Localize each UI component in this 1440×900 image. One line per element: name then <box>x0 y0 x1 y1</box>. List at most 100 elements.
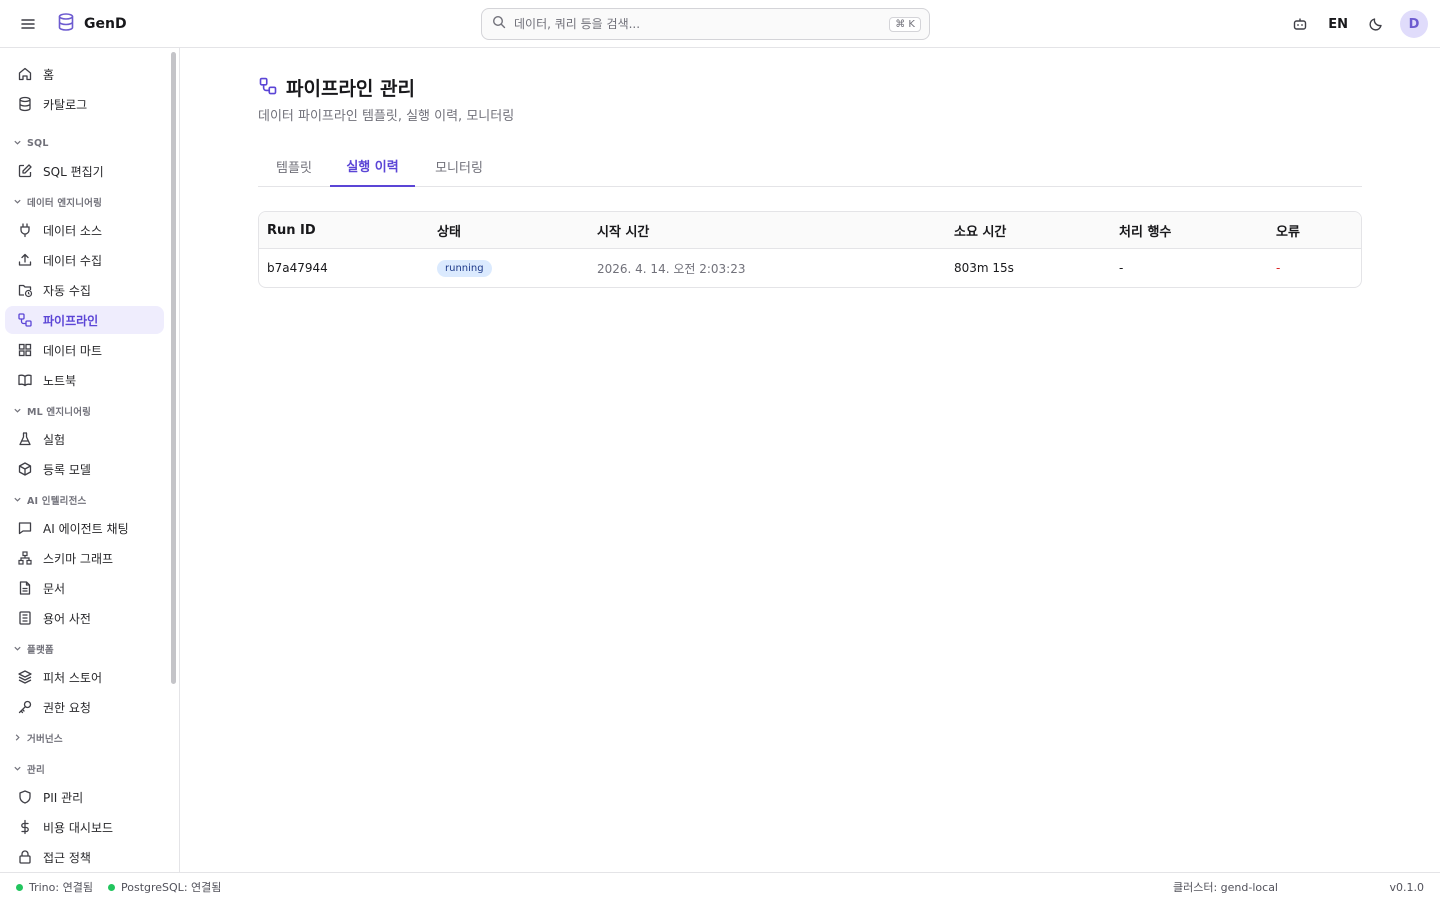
start-time-cell: 2026. 4. 14. 오전 2:03:23 <box>597 261 746 276</box>
sidebar-item-sql-editor[interactable]: SQL 편집기 <box>5 157 164 185</box>
status-badge: running <box>437 259 492 277</box>
sidebar-item-label: 비용 대시보드 <box>43 820 114 835</box>
folder-clock-icon <box>17 282 33 298</box>
sidebar-item-access-policy[interactable]: 접근 정책 <box>5 843 164 871</box>
dictionary-icon <box>17 610 33 626</box>
sidebar-item-experiment[interactable]: 실험 <box>5 425 164 453</box>
sidebar-item-registered-model[interactable]: 등록 모델 <box>5 455 164 483</box>
error-cell: - <box>1276 261 1281 275</box>
postgres-status-text: PostgreSQL: 연결됨 <box>121 881 222 894</box>
database-icon <box>17 96 33 112</box>
avatar[interactable]: D <box>1400 10 1428 38</box>
sidebar-item-label: 권한 요청 <box>43 700 91 715</box>
workflow-icon <box>17 312 33 328</box>
sidebar-item-auto-ingest[interactable]: 자동 수집 <box>5 276 164 304</box>
table-row[interactable]: b7a47944 running 2026. 4. 14. 오전 2:03:23… <box>259 249 1361 287</box>
main-content: 파이프라인 관리 데이터 파이프라인 템플릿, 실행 이력, 모니터링 템플릿 … <box>180 48 1440 872</box>
chevron-down-icon <box>13 762 22 777</box>
column-header[interactable]: Run ID <box>267 212 316 248</box>
version: v0.1.0 <box>1389 880 1425 894</box>
postgres-status: PostgreSQL: 연결됨 <box>108 873 221 900</box>
header-actions: EN D <box>1288 8 1428 40</box>
chevron-down-icon <box>13 195 22 210</box>
sidebar-item-label: AI 에이전트 채팅 <box>43 521 129 536</box>
sidebar-item-glossary[interactable]: 용어 사전 <box>5 604 164 632</box>
sidebar-item-feature-store[interactable]: 피처 스토어 <box>5 663 164 691</box>
brand-name: GenD <box>84 16 127 32</box>
sidebar-item-data-ingest[interactable]: 데이터 수집 <box>5 246 164 274</box>
sidebar-item-label: 데이터 소스 <box>43 223 103 238</box>
sidebar-item-cost-dashboard[interactable]: 비용 대시보드 <box>5 813 164 841</box>
tab-run-history[interactable]: 실행 이력 <box>330 146 415 187</box>
section-label: 거버넌스 <box>27 734 63 745</box>
table-header: Run ID 상태 시작 시간 소요 시간 처리 행수 오류 <box>259 212 1361 249</box>
key-icon <box>17 699 33 715</box>
column-header[interactable]: 오류 <box>1276 212 1300 248</box>
sidebar-item-data-source[interactable]: 데이터 소스 <box>5 216 164 244</box>
chevron-down-icon <box>13 493 22 508</box>
chevron-down-icon <box>13 136 22 151</box>
section-data-engineering[interactable]: 데이터 엔지니어링 <box>13 194 102 210</box>
section-sql[interactable]: SQL <box>13 135 49 151</box>
sidebar-item-label: 용어 사전 <box>43 611 91 626</box>
tab-templates[interactable]: 템플릿 <box>258 146 330 186</box>
menu-icon[interactable] <box>16 12 40 36</box>
sidebar-item-label: 홈 <box>43 67 55 82</box>
sidebar-item-catalog[interactable]: 카탈로그 <box>5 90 164 118</box>
lock-icon <box>17 849 33 865</box>
flask-icon <box>17 431 33 447</box>
sidebar-item-access-request[interactable]: 권한 요청 <box>5 693 164 721</box>
sidebar-item-pipeline[interactable]: 파이프라인 <box>5 306 164 334</box>
status-dot-icon <box>16 883 23 891</box>
section-label: SQL <box>27 137 49 149</box>
sidebar-item-label: 데이터 마트 <box>43 343 103 358</box>
column-header[interactable]: 소요 시간 <box>954 212 1006 248</box>
tab-bar: 템플릿 실행 이력 모니터링 <box>258 146 1362 187</box>
status-cell: running <box>437 249 492 287</box>
tab-monitoring[interactable]: 모니터링 <box>415 146 503 186</box>
moon-icon[interactable] <box>1364 12 1388 36</box>
sidebar-item-documents[interactable]: 문서 <box>5 574 164 602</box>
sidebar-item-label: 카탈로그 <box>43 97 88 112</box>
section-label: 플랫폼 <box>27 645 54 656</box>
sidebar-item-schema-graph[interactable]: 스키마 그래프 <box>5 544 164 572</box>
search-icon <box>492 15 506 33</box>
search-box[interactable]: ⌘ K <box>481 8 930 40</box>
sidebar-scrollbar[interactable] <box>171 52 176 684</box>
bot-icon[interactable] <box>1288 12 1312 36</box>
search-input[interactable] <box>514 17 882 31</box>
database-logo-icon <box>56 12 76 36</box>
book-icon <box>17 372 33 388</box>
section-ml-engineering[interactable]: ML 엔지니어링 <box>13 403 91 419</box>
section-platform[interactable]: 플랫폼 <box>13 641 54 657</box>
column-header[interactable]: 상태 <box>437 212 461 248</box>
sidebar-item-ai-agent-chat[interactable]: AI 에이전트 채팅 <box>5 514 164 542</box>
section-ai-intelligence[interactable]: AI 인텔리전스 <box>13 492 87 508</box>
sidebar-item-label: 스키마 그래프 <box>43 551 114 566</box>
sidebar-item-pii[interactable]: PII 관리 <box>5 783 164 811</box>
sidebar-item-notebook[interactable]: 노트북 <box>5 366 164 394</box>
rows-processed-cell: - <box>1119 261 1124 275</box>
sidebar-item-data-mart[interactable]: 데이터 마트 <box>5 336 164 364</box>
brand[interactable]: GenD <box>56 12 127 36</box>
top-bar: GenD ⌘ K EN D <box>0 0 1440 48</box>
language-toggle[interactable]: EN <box>1324 17 1352 32</box>
duration-cell: 803m 15s <box>954 261 1014 275</box>
home-icon <box>17 66 33 82</box>
section-governance[interactable]: 거버넌스 <box>13 730 63 746</box>
sidebar-item-label: PII 관리 <box>43 790 84 805</box>
search-shortcut: ⌘ K <box>889 16 921 32</box>
sidebar-item-label: 피처 스토어 <box>43 670 103 685</box>
status-dot-icon <box>108 883 115 891</box>
section-label: 관리 <box>27 765 45 776</box>
section-admin[interactable]: 관리 <box>13 761 45 777</box>
column-header[interactable]: 처리 행수 <box>1119 212 1171 248</box>
grid-icon <box>17 342 33 358</box>
shield-icon <box>17 789 33 805</box>
sidebar-item-label: 문서 <box>43 581 66 596</box>
workflow-icon <box>258 76 278 100</box>
sidebar-item-label: 실험 <box>43 432 66 447</box>
chevron-down-icon <box>13 642 22 657</box>
column-header[interactable]: 시작 시간 <box>597 212 649 248</box>
sidebar-item-home[interactable]: 홈 <box>5 60 164 88</box>
